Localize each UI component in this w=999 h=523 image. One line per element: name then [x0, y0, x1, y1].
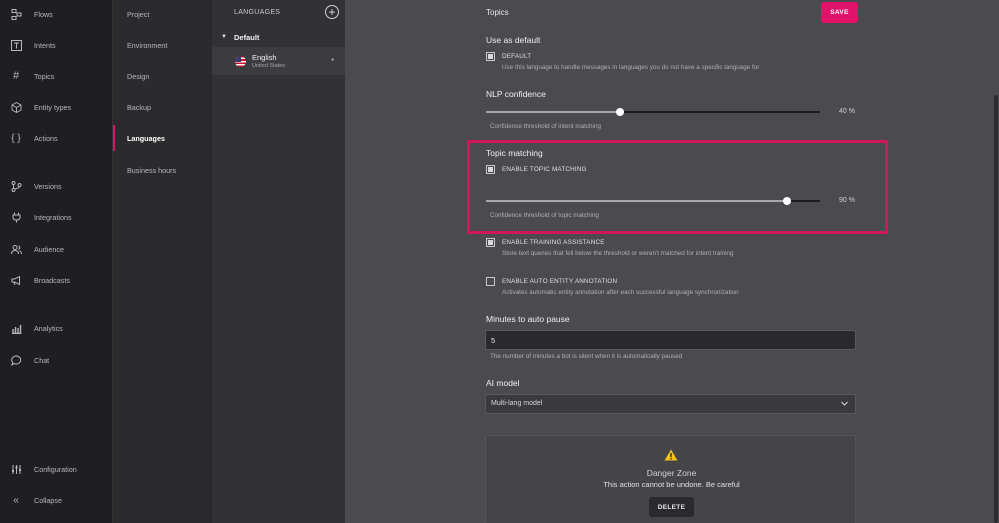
nav-item-versions[interactable]: Versions [0, 172, 112, 200]
languages-panel: LANGUAGES + ▼ Default English United Sta… [212, 0, 345, 523]
default-marker: * [331, 57, 335, 66]
nav-item-topics[interactable]: # Topics [0, 62, 112, 90]
analytics-icon [10, 322, 22, 334]
auto-entity-annotation-checkbox[interactable] [486, 277, 495, 286]
actions-icon: { } [11, 132, 21, 144]
nlp-confidence-slider[interactable] [486, 107, 820, 117]
ai-model-heading: AI model [486, 378, 520, 388]
nav-item-label: Versions [34, 181, 62, 191]
nav-item-audience[interactable]: Audience [0, 235, 112, 263]
nav-item-label: Integrations [34, 212, 72, 222]
nav-item-label: Configuration [34, 464, 77, 474]
nav-item-intents[interactable]: Intents [0, 31, 112, 59]
auto-pause-heading: Minutes to auto pause [486, 314, 570, 324]
language-region: United States [252, 63, 286, 69]
main-sidebar: Flows Intents # Topics Entity types { } … [0, 0, 112, 523]
auto-pause-input[interactable]: 5 [485, 330, 856, 350]
subnav-item-design[interactable]: Design [113, 63, 213, 89]
subnav-item-languages[interactable]: Languages [113, 125, 213, 151]
integrations-icon [10, 211, 22, 223]
ai-model-selected-value: Multi-lang model [491, 400, 543, 407]
training-assistance-label: ENABLE TRAINING ASSISTANCE [502, 239, 605, 246]
ai-model-select[interactable]: Multi-lang model [485, 394, 856, 414]
page-title: Topics [486, 8, 509, 17]
nav-item-label: Broadcasts [34, 275, 70, 285]
default-checkbox-label: DEFAULT [502, 53, 532, 60]
us-flag-icon [235, 56, 246, 67]
topic-matching-help-text: Confidence threshold of topic matching [490, 212, 599, 219]
nav-item-analytics[interactable]: Analytics [0, 314, 112, 342]
plus-circle-icon: + [328, 5, 336, 19]
nav-item-broadcasts[interactable]: Broadcasts [0, 266, 112, 294]
nav-item-actions[interactable]: { } Actions [0, 124, 112, 152]
danger-zone-title: Danger Zone [646, 468, 697, 478]
topic-matching-slider[interactable] [486, 196, 820, 206]
slider-thumb[interactable] [615, 108, 624, 116]
subnav-item-project[interactable]: Project [113, 1, 213, 27]
language-group-default[interactable]: ▼ Default [212, 28, 345, 46]
nav-item-collapse[interactable]: « Collapse [0, 486, 112, 514]
settings-subnav: Project Environment Design Backup Langua… [112, 0, 212, 523]
versions-icon [10, 180, 22, 192]
default-checkbox[interactable] [486, 52, 495, 61]
intents-icon [10, 39, 22, 51]
flows-icon [10, 8, 22, 20]
warning-icon [664, 449, 678, 461]
languages-title: LANGUAGES [234, 9, 281, 16]
topic-matching-checkbox[interactable] [486, 165, 495, 174]
caret-down-icon: ▼ [221, 34, 227, 40]
delete-button[interactable]: DELETE [649, 497, 694, 517]
nav-item-entity-types[interactable]: Entity types [0, 93, 112, 121]
danger-zone-subtitle: This action cannot be undone. Be careful [603, 480, 740, 489]
add-language-button[interactable]: + [325, 5, 339, 19]
save-button[interactable]: SAVE [821, 2, 858, 23]
nlp-confidence-value: 40 % [839, 108, 855, 115]
topic-matching-checkbox-label: ENABLE TOPIC MATCHING [502, 166, 587, 173]
nav-item-label: Audience [34, 244, 64, 254]
topic-matching-value: 90 % [839, 197, 855, 204]
broadcasts-icon [10, 274, 22, 286]
nav-item-flows[interactable]: Flows [0, 0, 112, 28]
auto-pause-help-text: The number of minutes a bot is silent wh… [490, 353, 683, 360]
nav-item-chat[interactable]: Chat [0, 346, 112, 374]
training-assistance-help-text: Store text queries that fell below the t… [502, 250, 734, 257]
topic-matching-heading: Topic matching [486, 148, 543, 158]
collapse-icon: « [13, 494, 19, 506]
nav-item-integrations[interactable]: Integrations [0, 203, 112, 231]
nav-item-configuration[interactable]: Configuration [0, 455, 112, 483]
nlp-confidence-help-text: Confidence threshold of intent matching [490, 123, 601, 130]
entity-types-icon [10, 101, 22, 113]
page-header: Topics SAVE [345, 0, 999, 26]
chevron-down-icon [841, 401, 848, 406]
slider-thumb[interactable] [782, 197, 791, 205]
nav-item-label: Flows [34, 9, 53, 19]
training-assistance-checkbox[interactable] [486, 238, 495, 247]
topics-icon: # [12, 70, 20, 82]
language-name: English [252, 53, 277, 62]
nav-item-label: Actions [34, 133, 58, 143]
auto-entity-annotation-help-text: Activates automatic entity annotation af… [502, 289, 739, 296]
languages-header: LANGUAGES + [212, 0, 345, 26]
nav-item-label: Intents [34, 40, 56, 50]
nav-item-label: Chat [34, 355, 50, 365]
chat-icon [10, 354, 22, 366]
configuration-icon [10, 463, 22, 475]
audience-icon [10, 243, 22, 255]
nav-item-label: Topics [34, 71, 55, 81]
language-item-english[interactable]: English United States * [212, 47, 345, 75]
nav-item-label: Collapse [34, 495, 62, 505]
nav-item-label: Entity types [34, 102, 72, 112]
danger-zone: Danger Zone This action cannot be undone… [485, 435, 856, 523]
subnav-item-backup[interactable]: Backup [113, 94, 213, 120]
language-settings: Topics SAVE Use as default DEFAULT Use t… [345, 0, 999, 523]
language-group-label: Default [234, 32, 260, 42]
nlp-confidence-heading: NLP confidence [486, 89, 546, 99]
subnav-item-environment[interactable]: Environment [113, 32, 213, 58]
scrollbar[interactable] [994, 95, 998, 523]
auto-entity-annotation-label: ENABLE AUTO ENTITY ANNOTATION [502, 278, 618, 285]
nav-item-label: Analytics [34, 323, 63, 333]
use-as-default-heading: Use as default [486, 35, 541, 45]
default-help-text: Use this language to handle messages in … [502, 64, 760, 71]
subnav-item-business-hours[interactable]: Business hours [113, 157, 213, 183]
